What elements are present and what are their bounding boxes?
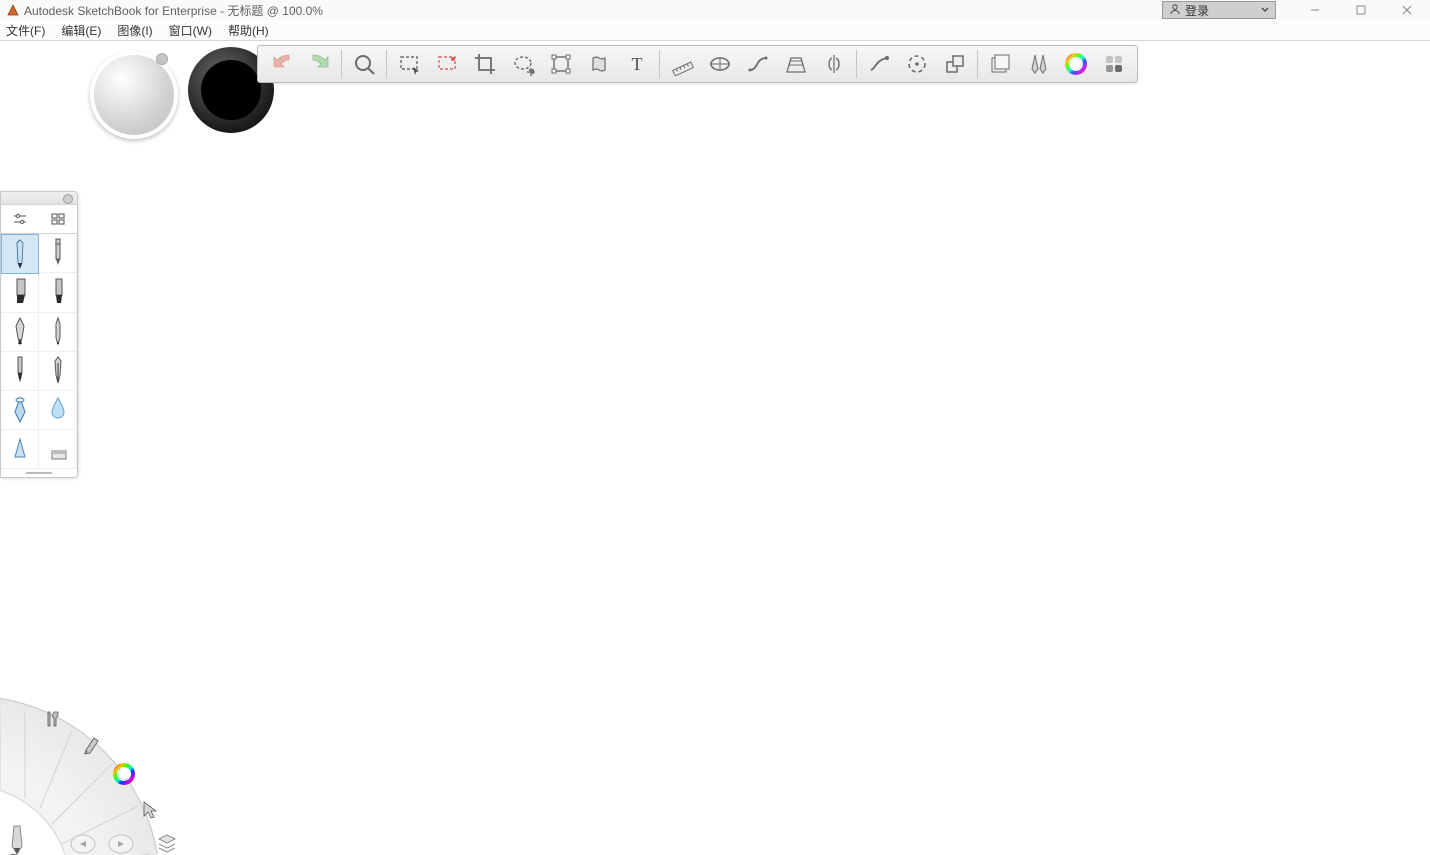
- symmetry-icon[interactable]: [815, 48, 853, 80]
- brush-palette-header[interactable]: [1, 192, 77, 205]
- undo-node[interactable]: [70, 834, 98, 855]
- main-toolbar: T: [257, 45, 1138, 83]
- redo-node[interactable]: [108, 834, 136, 855]
- pin-icon[interactable]: [63, 194, 73, 204]
- app-icon: [6, 3, 20, 17]
- lagoon: [0, 656, 200, 855]
- brush-size-indicator: [156, 53, 168, 65]
- title-bar: Autodesk SketchBook for Enterprise - 无标题…: [0, 0, 1430, 20]
- airbrush-brush[interactable]: [1, 391, 39, 430]
- brush-pen-brush[interactable]: [1, 352, 39, 391]
- color-wheel-icon[interactable]: [1057, 48, 1095, 80]
- tools-node[interactable]: [40, 708, 68, 736]
- brush-lib-icon[interactable]: [1019, 48, 1057, 80]
- rect-select-icon[interactable]: [390, 48, 428, 80]
- close-button[interactable]: [1384, 0, 1430, 20]
- brush-library-tab[interactable]: [39, 205, 77, 233]
- ink-pen-brush[interactable]: [1, 313, 39, 352]
- brush-settings-tab[interactable]: [1, 205, 39, 233]
- crop-icon[interactable]: [466, 48, 504, 80]
- maximize-button[interactable]: [1338, 0, 1384, 20]
- menu-file[interactable]: 文件(F): [6, 22, 45, 39]
- secondary-color-puck-inner: [201, 60, 261, 120]
- svg-text:T: T: [632, 54, 643, 74]
- pointer-node[interactable]: [138, 798, 166, 826]
- pencil-brush[interactable]: [1, 234, 39, 274]
- eraser-brush[interactable]: [39, 430, 77, 469]
- color-node[interactable]: [112, 762, 140, 790]
- menu-window[interactable]: 窗口(W): [169, 22, 212, 39]
- minimize-button[interactable]: [1292, 0, 1338, 20]
- shape-icon[interactable]: [936, 48, 974, 80]
- redo-icon[interactable]: [300, 48, 338, 80]
- text-icon[interactable]: T: [618, 48, 656, 80]
- nib-pen-brush[interactable]: [39, 352, 77, 391]
- fine-pen-brush[interactable]: [39, 313, 77, 352]
- flat-marker-brush[interactable]: [39, 274, 77, 313]
- toolbar-separator: [659, 50, 660, 78]
- stroke-steady-icon[interactable]: [860, 48, 898, 80]
- french-curve-icon[interactable]: [739, 48, 777, 80]
- menu-edit[interactable]: 编辑(E): [61, 22, 101, 39]
- menu-image[interactable]: 图像(I): [117, 22, 152, 39]
- perspective-icon[interactable]: [777, 48, 815, 80]
- undo-icon[interactable]: [262, 48, 300, 80]
- toolbar-separator: [341, 50, 342, 78]
- ruler-icon[interactable]: [663, 48, 701, 80]
- toolbar-separator: [977, 50, 978, 78]
- current-brush-preview[interactable]: [0, 822, 34, 855]
- resize-handle[interactable]: [1, 469, 77, 477]
- chevron-down-icon: [1261, 3, 1269, 17]
- mechanical-pencil-brush[interactable]: [39, 234, 77, 273]
- layers-node[interactable]: [154, 830, 182, 855]
- layers-icon[interactable]: [1095, 48, 1133, 80]
- distort-icon[interactable]: [580, 48, 618, 80]
- menu-bar: 文件(F) 编辑(E) 图像(I) 窗口(W) 帮助(H): [0, 20, 1430, 41]
- login-label: 登录: [1185, 2, 1209, 19]
- lasso-add-icon[interactable]: [504, 48, 542, 80]
- cone-brush[interactable]: [1, 430, 39, 469]
- menu-help[interactable]: 帮助(H): [228, 22, 269, 39]
- water-drop-brush[interactable]: [39, 391, 77, 430]
- transform-icon[interactable]: [542, 48, 580, 80]
- zoom-icon[interactable]: [345, 48, 383, 80]
- chisel-marker-brush[interactable]: [1, 274, 39, 313]
- toolbar-separator: [856, 50, 857, 78]
- canvas[interactable]: [0, 41, 1430, 855]
- color-select-icon[interactable]: [428, 48, 466, 80]
- toolbar-separator: [386, 50, 387, 78]
- predictive-icon[interactable]: [898, 48, 936, 80]
- window-title: Autodesk SketchBook for Enterprise - 无标题…: [24, 2, 323, 19]
- brush-node[interactable]: [80, 730, 108, 758]
- ellipse-guide-icon[interactable]: [701, 48, 739, 80]
- flipbook-icon[interactable]: [981, 48, 1019, 80]
- work-area: T: [0, 41, 1430, 855]
- login-dropdown[interactable]: 登录: [1162, 1, 1276, 19]
- brush-palette[interactable]: [0, 191, 78, 478]
- user-icon: [1169, 3, 1181, 18]
